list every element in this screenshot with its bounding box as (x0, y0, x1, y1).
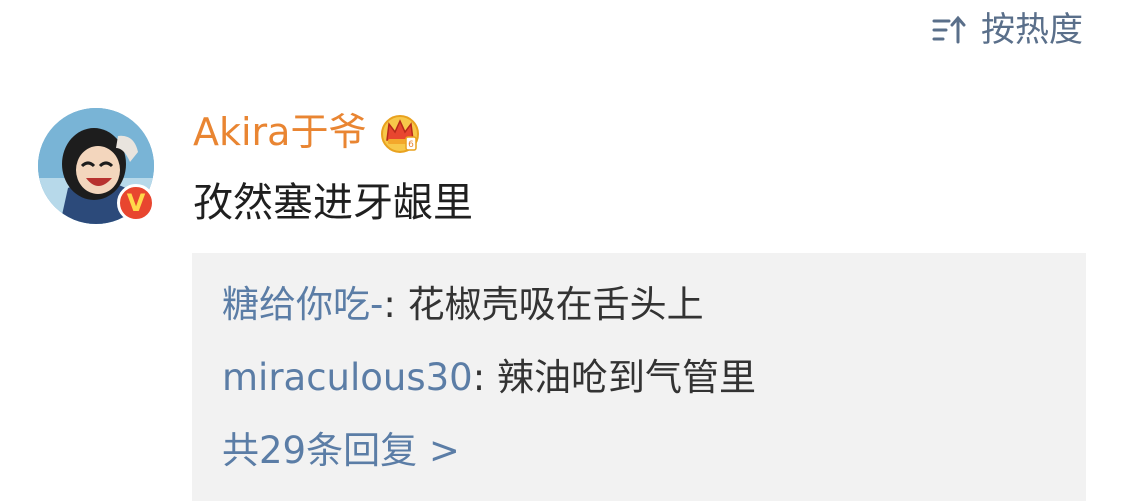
reply-text: 花椒壳吸在舌头上 (407, 283, 704, 326)
reply-author[interactable]: 糖给你吃- (222, 283, 383, 326)
reply-author[interactable]: miraculous30 (222, 356, 473, 399)
comment-text: 孜然塞进牙龈里 (193, 180, 473, 226)
reply-item[interactable]: miraculous30: 辣油呛到气管里 (222, 354, 756, 402)
reply-separator: : (383, 283, 408, 326)
reply-separator: : (472, 356, 497, 399)
crown-vip-icon: 6 (381, 115, 420, 153)
svg-text:6: 6 (409, 140, 415, 150)
replies-panel[interactable]: 糖给你吃-: 花椒壳吸在舌头上 miraculous30: 辣油呛到气管里 共2… (192, 253, 1086, 501)
comment-header: Akira于爷 6 (193, 106, 422, 158)
username[interactable]: Akira于爷 (193, 106, 366, 158)
view-all-replies-link[interactable]: 共29条回复 > (222, 427, 460, 475)
sort-label: 按热度 (981, 10, 1083, 50)
reply-text: 辣油呛到气管里 (496, 356, 756, 399)
sort-by-hot-button[interactable]: 按热度 (931, 8, 1083, 52)
reply-item[interactable]: 糖给你吃-: 花椒壳吸在舌头上 (222, 281, 704, 329)
sort-icon (932, 15, 966, 44)
verified-badge: V (117, 184, 155, 222)
